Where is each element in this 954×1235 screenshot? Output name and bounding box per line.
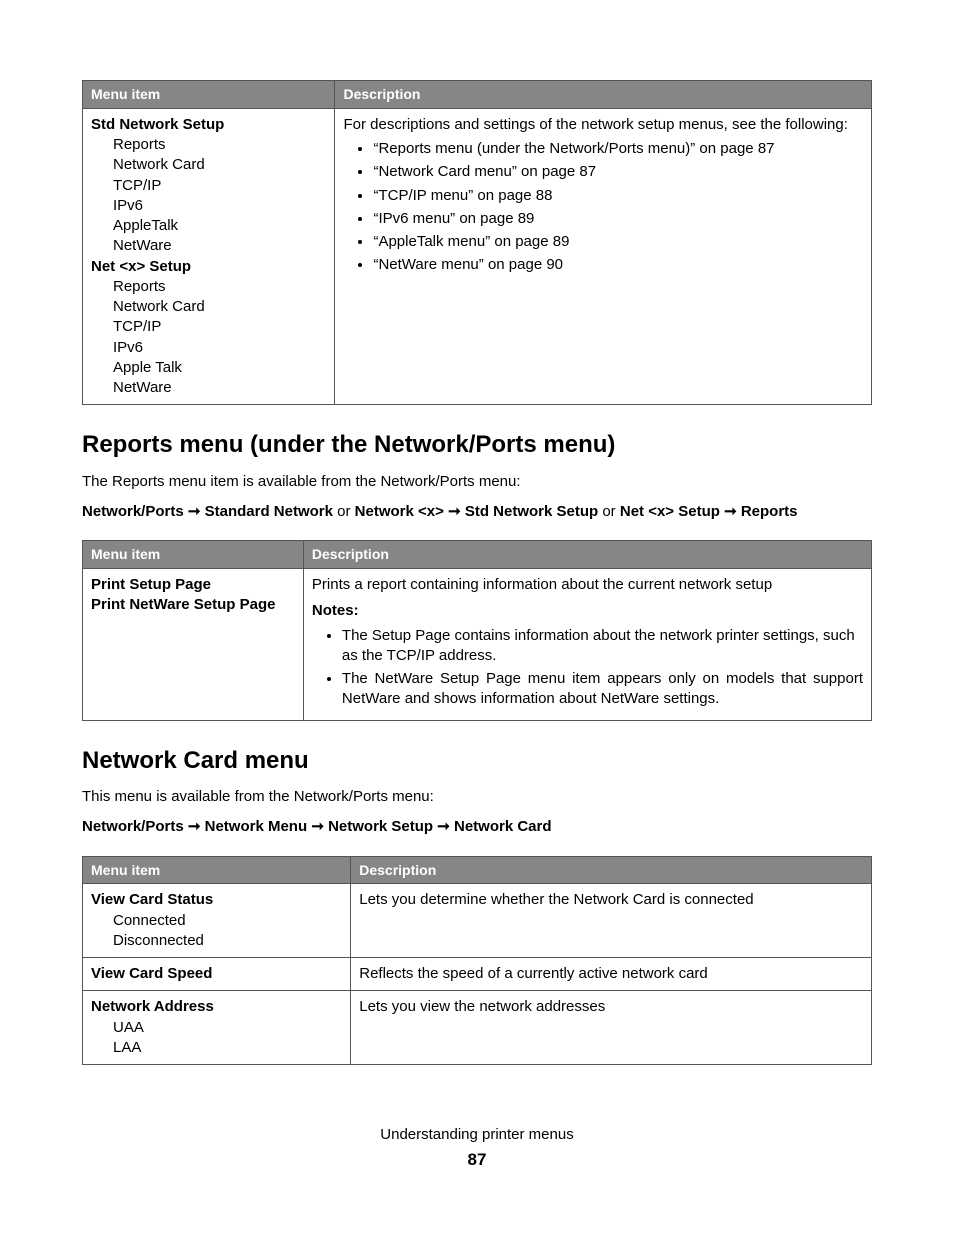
network-card-menu-intro: This menu is available from the Network/…: [82, 787, 872, 807]
sub-item: TCP/IP: [91, 317, 326, 337]
sub-item: Disconnected: [91, 931, 342, 951]
col-menu-item: Menu item: [83, 856, 351, 884]
sub-item: IPv6: [91, 338, 326, 358]
arrow-icon: ➞: [724, 503, 737, 520]
table-row: View Card Status Connected Disconnected …: [83, 884, 872, 958]
col-description: Description: [351, 856, 872, 884]
description-cell: Lets you view the network addresses: [351, 991, 872, 1065]
col-menu-item: Menu item: [83, 541, 304, 569]
network-address: Network Address: [91, 998, 214, 1015]
sub-item: Reports: [91, 277, 326, 297]
table-row: Network Address UAA LAA Lets you view th…: [83, 991, 872, 1065]
arrow-icon: ➞: [448, 503, 461, 520]
menu-item-cell: View Card Status Connected Disconnected: [83, 884, 351, 958]
print-setup-page: Print Setup Page: [91, 576, 211, 593]
note-item: The Setup Page contains information abou…: [342, 626, 863, 667]
sub-item: IPv6: [91, 196, 326, 216]
sub-item: NetWare: [91, 236, 326, 256]
sub-item: UAA: [91, 1018, 342, 1038]
desc-link: “AppleTalk menu” on page 89: [373, 232, 863, 252]
view-card-speed: View Card Speed: [91, 965, 212, 982]
description-cell: Reflects the speed of a currently active…: [351, 958, 872, 991]
sub-item: Reports: [91, 135, 326, 155]
sub-item: Network Card: [91, 297, 326, 317]
page-number: 87: [82, 1149, 872, 1172]
view-card-status: View Card Status: [91, 891, 213, 908]
desc-link: “Network Card menu” on page 87: [373, 162, 863, 182]
col-description: Description: [335, 81, 872, 109]
std-network-setup-title: Std Network Setup: [91, 116, 224, 133]
arrow-icon: ➞: [188, 818, 201, 835]
desc-link: “NetWare menu” on page 90: [373, 255, 863, 275]
print-netware-setup-page: Print NetWare Setup Page: [91, 596, 275, 613]
arrow-icon: ➞: [311, 818, 324, 835]
sub-item: AppleTalk: [91, 216, 326, 236]
sub-item: LAA: [91, 1038, 342, 1058]
network-card-menu-heading: Network Card menu: [82, 745, 872, 777]
sub-item: Network Card: [91, 155, 326, 175]
description-cell: For descriptions and settings of the net…: [335, 108, 872, 405]
sub-item: TCP/IP: [91, 176, 326, 196]
note-item: The NetWare Setup Page menu item appears…: [342, 669, 863, 710]
desc-link: “TCP/IP menu” on page 88: [373, 186, 863, 206]
footer-chapter: Understanding printer menus: [82, 1125, 872, 1145]
reports-menu-intro: The Reports menu item is available from …: [82, 472, 872, 492]
sub-item: NetWare: [91, 378, 326, 398]
desc-intro: For descriptions and settings of the net…: [343, 116, 847, 133]
description-cell: Prints a report containing information a…: [303, 569, 871, 721]
network-card-table: Menu item Description View Card Status C…: [82, 856, 872, 1066]
desc-link: “IPv6 menu” on page 89: [373, 209, 863, 229]
col-description: Description: [303, 541, 871, 569]
menu-item-cell: Std Network Setup Reports Network Card T…: [83, 108, 335, 405]
description-cell: Lets you determine whether the Network C…: [351, 884, 872, 958]
notes-label: Notes:: [312, 601, 863, 621]
sub-item: Apple Talk: [91, 358, 326, 378]
sub-item: Connected: [91, 911, 342, 931]
net-x-setup-title: Net <x> Setup: [91, 258, 191, 275]
network-setup-table: Menu item Description Std Network Setup …: [82, 80, 872, 405]
menu-item-cell: Print Setup Page Print NetWare Setup Pag…: [83, 569, 304, 721]
reports-menu-table: Menu item Description Print Setup Page P…: [82, 540, 872, 720]
reports-menu-path: Network/Ports ➞ Standard Network or Netw…: [82, 502, 872, 522]
reports-menu-heading: Reports menu (under the Network/Ports me…: [82, 429, 872, 461]
arrow-icon: ➞: [437, 818, 450, 835]
menu-item-cell: Network Address UAA LAA: [83, 991, 351, 1065]
desc-intro: Prints a report containing information a…: [312, 575, 863, 595]
menu-item-cell: View Card Speed: [83, 958, 351, 991]
desc-link: “Reports menu (under the Network/Ports m…: [373, 139, 863, 159]
arrow-icon: ➞: [188, 503, 201, 520]
table-row: View Card Speed Reflects the speed of a …: [83, 958, 872, 991]
network-card-menu-path: Network/Ports ➞ Network Menu ➞ Network S…: [82, 817, 872, 837]
col-menu-item: Menu item: [83, 81, 335, 109]
